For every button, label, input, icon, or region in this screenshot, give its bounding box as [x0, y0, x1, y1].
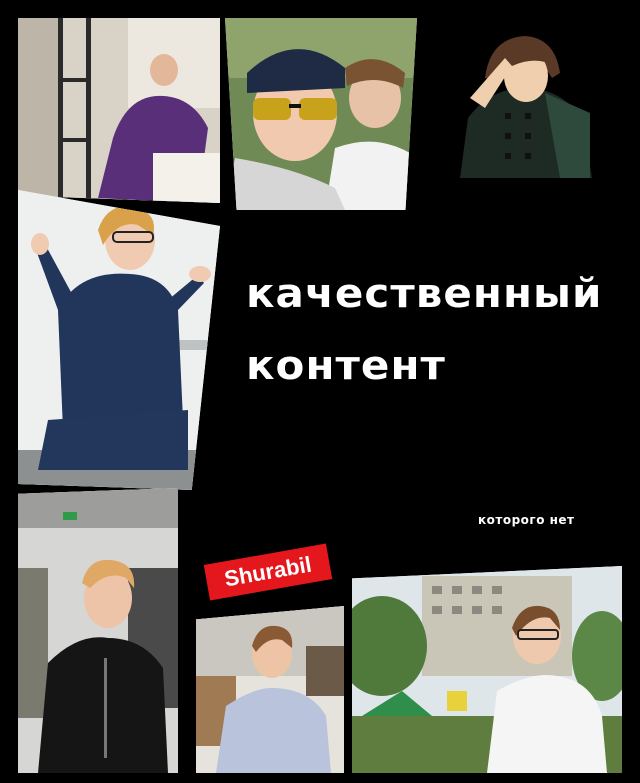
photo-panel-sunglasses	[225, 18, 417, 210]
brand-logo: Shurabil	[203, 543, 333, 601]
photo-panel-blanket	[18, 18, 220, 203]
photo-panel-outdoor	[352, 566, 622, 773]
title-line-1: качественный	[246, 271, 603, 317]
comic-poster: качественный контент которого нет Shurab…	[0, 0, 640, 783]
subtitle-caption: которого нет	[478, 513, 575, 527]
photo-panel-classroom	[196, 606, 344, 773]
page-title: качественный контент	[246, 258, 603, 402]
photo-panel-shrug	[18, 190, 220, 490]
photo-panel-leather-jacket	[18, 488, 178, 773]
title-line-2: контент	[246, 343, 446, 389]
anime-avatar-icon	[450, 18, 600, 178]
